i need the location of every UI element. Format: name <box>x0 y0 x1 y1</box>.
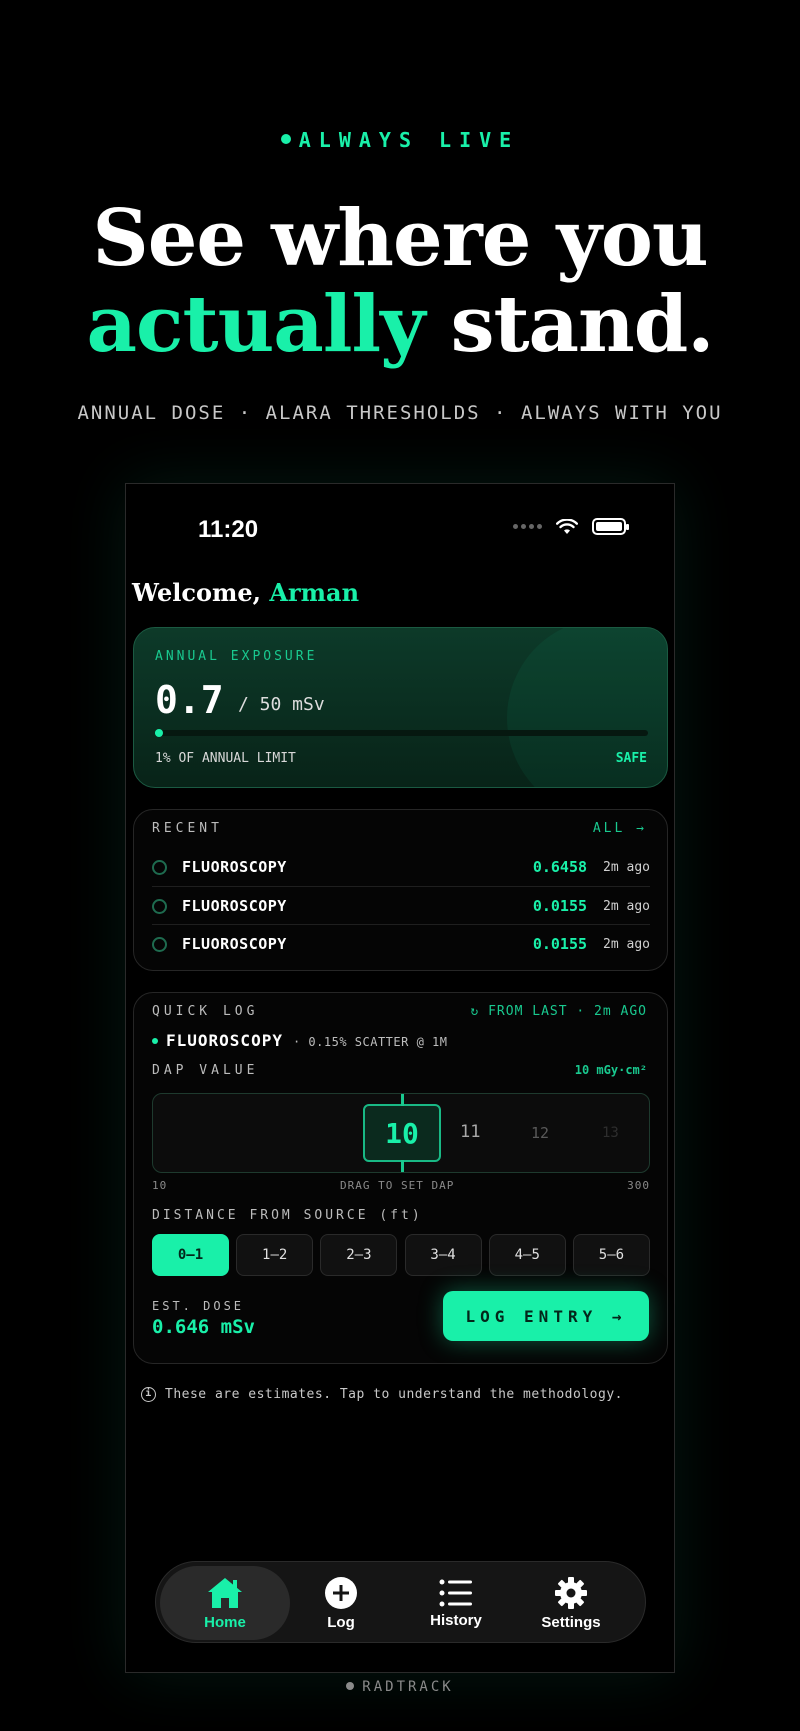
entry-time: 2m ago <box>603 898 650 914</box>
tab-history[interactable]: History <box>391 1566 521 1640</box>
est-dose-label: EST. DOSE <box>152 1299 245 1313</box>
range-hint: DRAG TO SET DAP <box>340 1179 455 1192</box>
signal-icon <box>513 524 542 529</box>
tab-home[interactable]: Home <box>160 1566 290 1640</box>
distance-option[interactable]: 3–4 <box>404 1234 482 1276</box>
dial-range: 10 DRAG TO SET DAP 300 <box>152 1179 650 1192</box>
entry-name: FLUOROSCOPY <box>182 858 287 876</box>
dial-selected-value: 10 <box>363 1104 441 1162</box>
distance-option[interactable]: 5–6 <box>572 1234 650 1276</box>
entry-value: 0.0155 <box>532 897 588 915</box>
dial-marker-bottom <box>401 1160 404 1172</box>
annual-exposure-card[interactable]: ANNUAL EXPOSURE 0.7 / 50 mSv 1% OF ANNUA… <box>133 627 668 788</box>
status-time: 11:20 <box>198 516 259 543</box>
procedure-dot <box>152 1037 158 1044</box>
tab-bar: Home Log History Settings <box>155 1561 646 1643</box>
quick-log-card: QUICK LOG ↻ FROM LAST · 2m AGO FLUOROSCO… <box>133 992 668 1364</box>
list-icon <box>439 1579 472 1606</box>
list-item[interactable]: FLUOROSCOPY 0.6458 2m ago <box>152 848 650 886</box>
dap-unit: 10 mGy·cm² <box>574 1063 647 1077</box>
list-item[interactable]: FLUOROSCOPY 0.0155 2m ago <box>152 925 650 963</box>
log-entry-button[interactable]: LOG ENTRY → <box>443 1291 649 1341</box>
distance-option[interactable]: 0–1 <box>152 1234 229 1276</box>
range-min: 10 <box>152 1179 168 1192</box>
tab-settings[interactable]: Settings <box>506 1566 636 1640</box>
headline-line-2: actually stand. <box>0 282 800 368</box>
footer-brand: RADTRACK <box>0 1679 800 1695</box>
dap-label: DAP VALUE <box>152 1063 259 1078</box>
entry-name: FLUOROSCOPY <box>182 897 287 915</box>
distance-selector: 0–1 1–2 2–3 3–4 4–5 5–6 <box>152 1234 650 1276</box>
tab-home-label: Home <box>204 1613 246 1631</box>
dial-value: 13 <box>602 1125 619 1141</box>
distance-option[interactable]: 1–2 <box>236 1234 314 1276</box>
entry-value: 0.6458 <box>532 858 588 876</box>
repeat-last-link[interactable]: ↻ FROM LAST · 2m AGO <box>470 1004 647 1019</box>
tab-log-label: Log <box>327 1613 355 1631</box>
headline-rest: stand. <box>424 279 715 370</box>
entry-name: FLUOROSCOPY <box>182 935 287 953</box>
phone-frame: 11:20 Welcome, Arman ANNUAL EXPOSURE 0.7… <box>125 483 675 1673</box>
range-max: 300 <box>627 1179 650 1192</box>
tab-log[interactable]: Log <box>276 1566 406 1640</box>
exposure-unit: / 50 mSv <box>238 694 325 715</box>
procedure-meta: · 0.15% SCATTER @ 1M <box>292 1035 448 1049</box>
welcome-heading: Welcome, Arman <box>132 578 359 607</box>
hero-headline: See where you actually stand. <box>0 196 800 368</box>
dial-value: 12 <box>531 1124 550 1142</box>
tab-history-label: History <box>430 1611 482 1629</box>
entry-value: 0.0155 <box>532 935 588 953</box>
dial-value: 11 <box>460 1122 481 1142</box>
exposure-percent: 1% OF ANNUAL LIMIT <box>155 751 296 766</box>
recent-label: RECENT <box>152 821 223 836</box>
exposure-label: ANNUAL EXPOSURE <box>155 649 318 664</box>
hero-eyebrow: ALWAYS LIVE <box>0 128 800 152</box>
plus-circle-icon <box>325 1576 357 1609</box>
dap-dial-slider[interactable]: 10 11 12 13 <box>152 1093 650 1173</box>
battery-icon <box>592 518 629 535</box>
welcome-prefix: Welcome, <box>132 578 270 607</box>
wifi-icon <box>556 518 578 534</box>
tab-settings-label: Settings <box>541 1613 601 1631</box>
dial-marker-top <box>401 1094 404 1106</box>
distance-option[interactable]: 4–5 <box>488 1234 566 1276</box>
home-icon <box>208 1577 242 1608</box>
procedure-name: FLUOROSCOPY <box>166 1031 283 1050</box>
entry-circle-icon <box>152 898 167 914</box>
methodology-note[interactable]: i These are estimates. Tap to understand … <box>141 1387 623 1402</box>
distance-option[interactable]: 2–3 <box>320 1234 398 1276</box>
status-icons <box>513 518 629 535</box>
est-dose-value: 0.646 mSv <box>152 1316 255 1338</box>
note-text: These are estimates. Tap to understand t… <box>165 1387 623 1402</box>
hero-eyebrow-text: ALWAYS LIVE <box>298 128 520 152</box>
distance-label: DISTANCE FROM SOURCE (ft) <box>152 1208 423 1223</box>
entry-circle-icon <box>152 936 167 952</box>
exposure-status-badge: SAFE <box>615 751 647 766</box>
headline-accent: actually <box>86 279 426 370</box>
procedure-row[interactable]: FLUOROSCOPY · 0.15% SCATTER @ 1M <box>152 1031 447 1050</box>
list-item[interactable]: FLUOROSCOPY 0.0155 2m ago <box>152 887 650 925</box>
exposure-value: 0.7 <box>155 678 224 722</box>
entry-time: 2m ago <box>603 859 650 875</box>
headline-line-1: See where you <box>92 193 708 284</box>
recent-all-link[interactable]: ALL → <box>593 821 647 836</box>
gear-icon <box>555 1576 587 1609</box>
entry-time: 2m ago <box>603 936 650 952</box>
footer-text: RADTRACK <box>362 1679 454 1695</box>
quick-log-label: QUICK LOG <box>152 1004 259 1019</box>
info-icon: i <box>141 1387 156 1402</box>
user-name: Arman <box>269 578 360 607</box>
hero-subline: ANNUAL DOSE · ALARA THRESHOLDS · ALWAYS … <box>77 402 723 424</box>
exposure-progress-bar <box>155 729 648 737</box>
footer-dot <box>346 1682 355 1690</box>
exposure-progress-knob <box>155 729 163 737</box>
recent-card: RECENT ALL → FLUOROSCOPY 0.6458 2m ago F… <box>133 809 668 971</box>
live-dot <box>280 134 291 144</box>
entry-circle-icon <box>152 859 167 875</box>
